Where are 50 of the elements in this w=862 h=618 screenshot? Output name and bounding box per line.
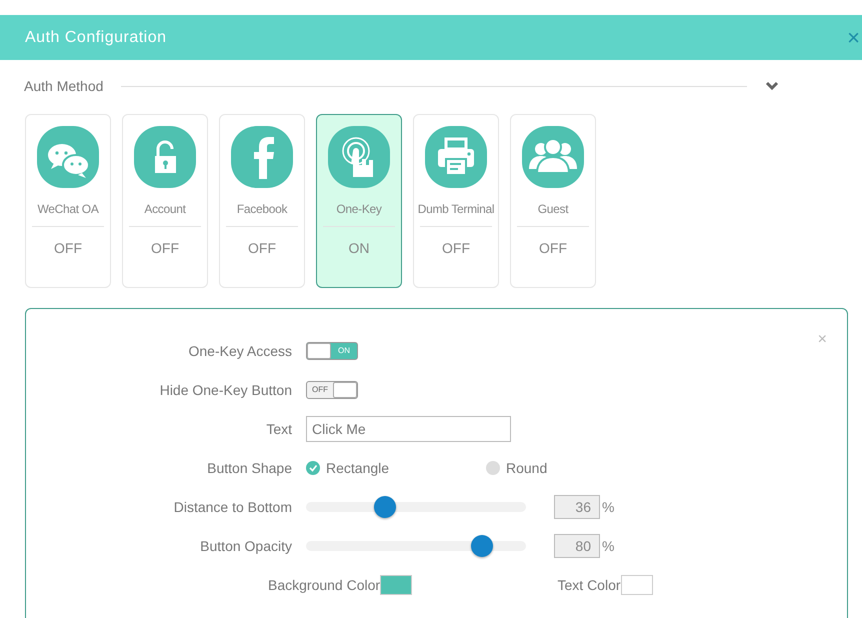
method-card[interactable]: Guest OFF: [510, 114, 596, 288]
method-label: Dumb Terminal: [418, 202, 494, 216]
method-label: Guest: [538, 202, 568, 216]
finger-tap-icon: [327, 125, 391, 189]
chat-bubbles-icon: [36, 125, 100, 189]
setting-label: Text Color: [558, 576, 621, 592]
method-card[interactable]: One-Key ON: [316, 114, 402, 288]
radio-option[interactable]: Rectangle: [306, 460, 486, 476]
close-button[interactable]: ×: [818, 331, 827, 349]
method-status: OFF: [248, 240, 276, 256]
unit-label: %: [602, 538, 614, 554]
color-swatch[interactable]: [380, 574, 412, 594]
padlock-icon: [133, 125, 197, 189]
method-card[interactable]: Account OFF: [122, 114, 208, 288]
unit-label: %: [602, 498, 614, 514]
method-status: OFF: [54, 240, 82, 256]
method-status: OFF: [151, 240, 179, 256]
setting-label: Background Color: [268, 576, 380, 592]
slider-thumb[interactable]: [374, 496, 396, 518]
text-field[interactable]: Click Me: [306, 416, 511, 442]
close-button[interactable]: ×: [847, 24, 860, 50]
color-swatch[interactable]: [620, 574, 653, 594]
method-status: ON: [348, 240, 370, 256]
method-card[interactable]: Dumb Terminal OFF: [413, 114, 499, 288]
chevron-icon[interactable]: [765, 81, 779, 91]
setting-label: One-Key Access: [188, 342, 292, 358]
method-label: WeChat OA: [37, 202, 99, 216]
people-icon: [521, 125, 585, 189]
method-label: One-Key: [336, 202, 382, 216]
method-card[interactable]: Facebook OFF: [219, 114, 305, 288]
printer-icon: [424, 125, 488, 189]
section-title: Auth Method: [24, 78, 104, 94]
value-field[interactable]: 80: [554, 534, 600, 558]
setting-label: Hide One-Key Button: [158, 382, 292, 398]
method-status: OFF: [442, 240, 470, 256]
radio-option[interactable]: Round: [486, 460, 666, 476]
value-field[interactable]: 36: [554, 494, 600, 518]
setting-label: Text: [265, 420, 292, 436]
setting-label: Distance to Bottom: [172, 498, 292, 514]
method-status: OFF: [539, 240, 567, 256]
method-label: Account: [144, 202, 186, 216]
toggle-switch[interactable]: ON: [306, 342, 358, 360]
setting-label: Button Opacity: [199, 538, 292, 554]
setting-label: Button Shape: [206, 460, 292, 476]
facebook-icon: [230, 125, 294, 189]
toggle-switch[interactable]: OFF: [306, 380, 358, 398]
window-title: Auth Configuration: [25, 28, 167, 46]
method-card[interactable]: WeChat OA OFF: [25, 114, 111, 288]
method-label: Facebook: [236, 202, 288, 216]
slider-thumb[interactable]: [471, 534, 493, 556]
